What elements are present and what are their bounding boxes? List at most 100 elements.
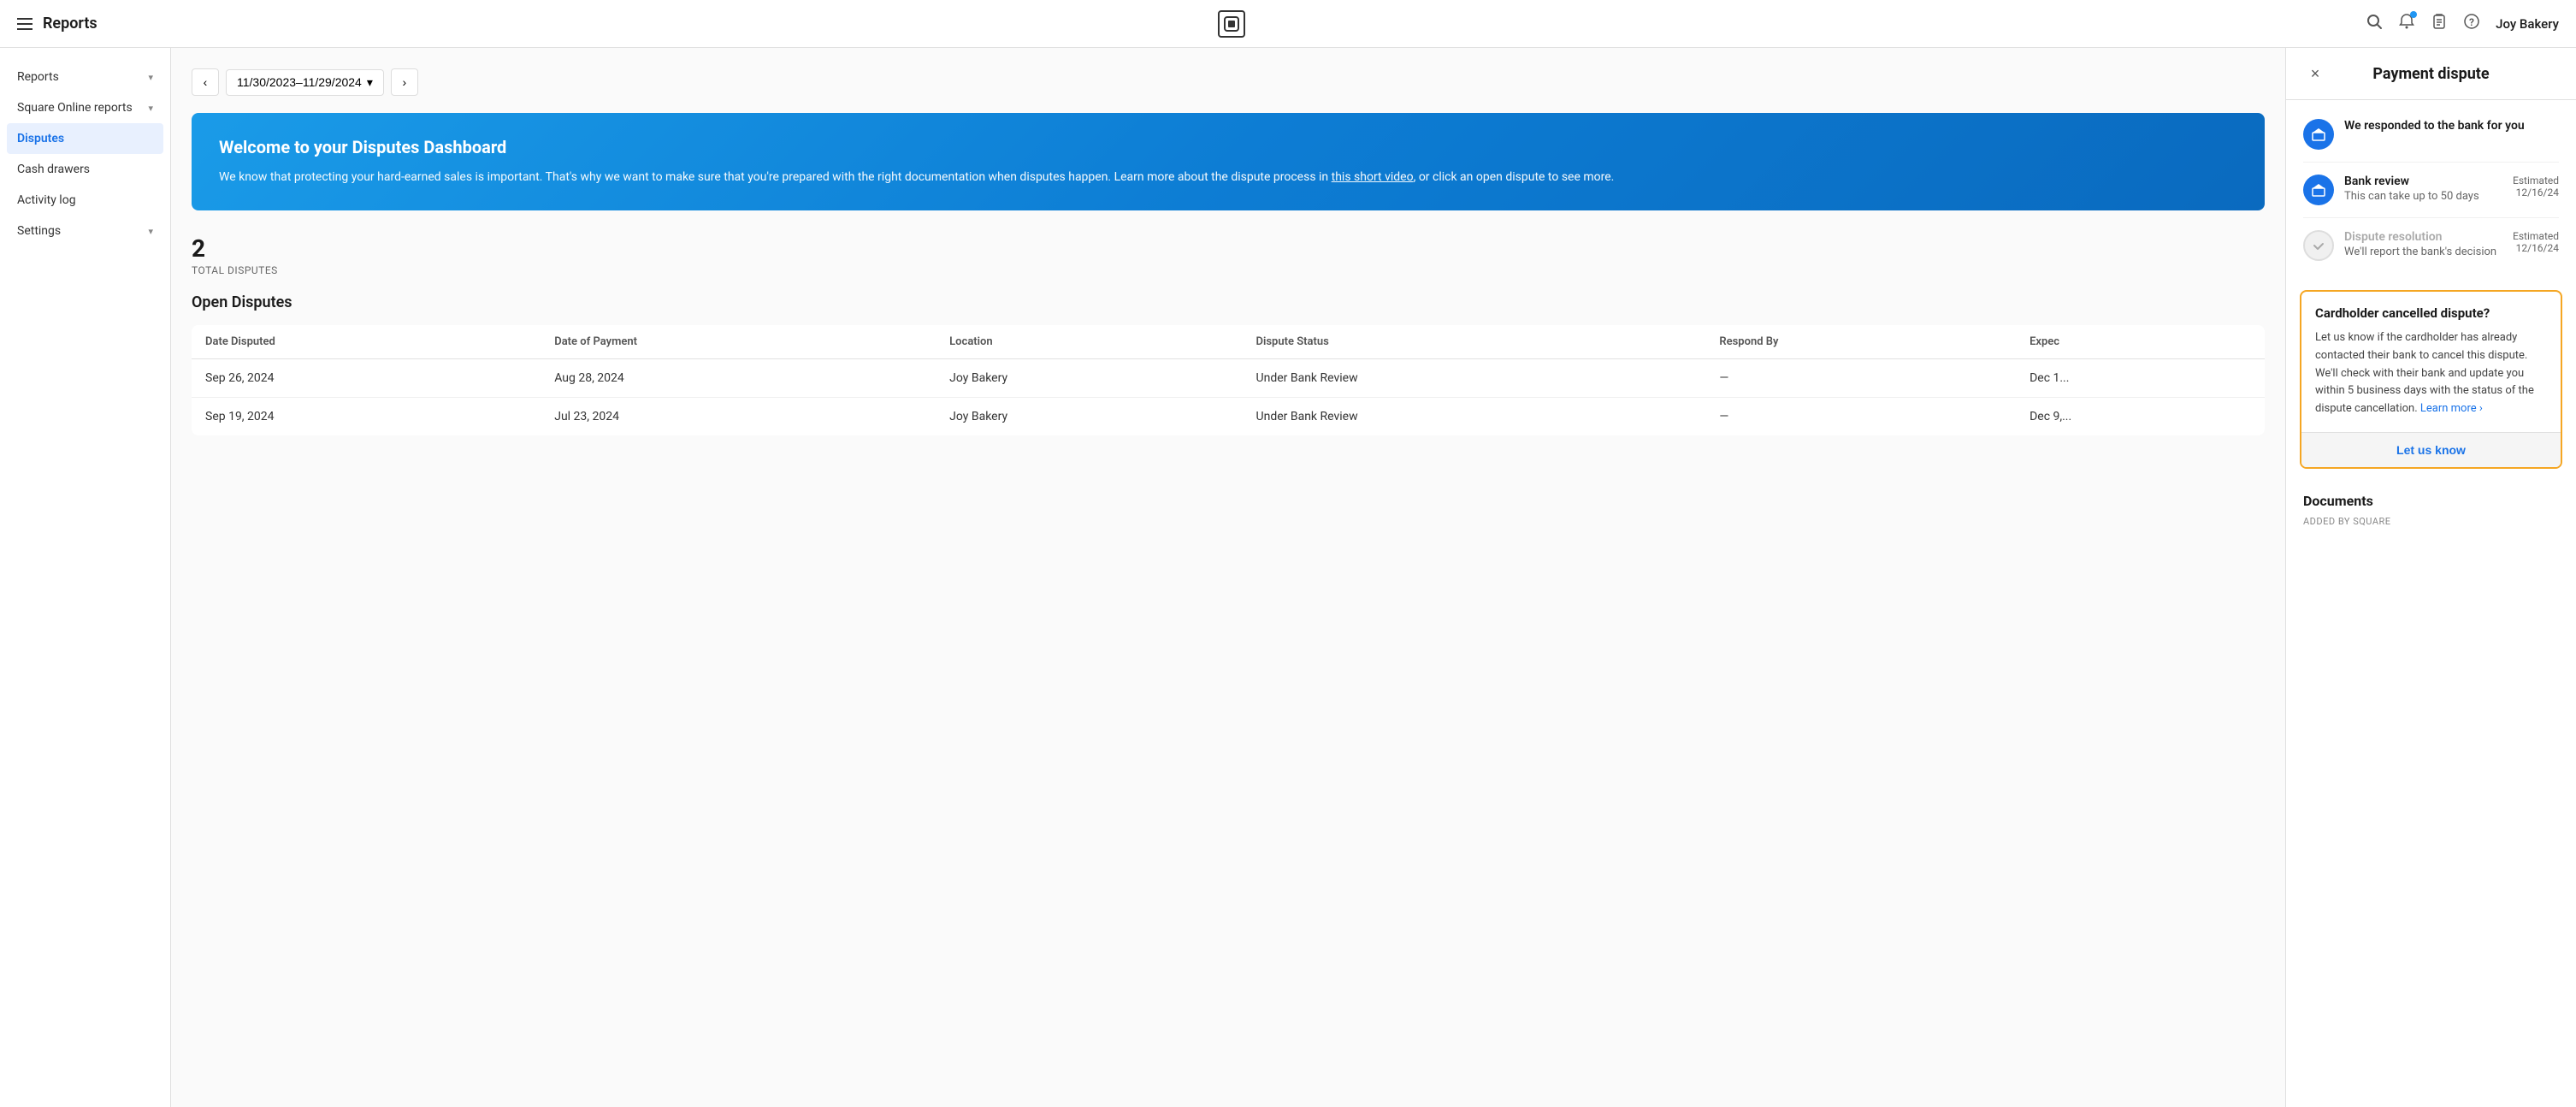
close-icon: × — [2311, 65, 2320, 83]
disputes-table: Date Disputed Date of Payment Location D… — [192, 325, 2265, 435]
timeline-icon-bank — [2303, 119, 2334, 150]
top-header: Reports ? Joy Bakery — [0, 0, 2576, 48]
date-nav: ‹ 11/30/2023–11/29/2024 ▾ › — [192, 68, 2265, 96]
cancelled-box-title: Cardholder cancelled dispute? — [2315, 305, 2547, 321]
right-panel: × Payment dispute We responded to the ba… — [2285, 48, 2576, 1107]
row1-location: Joy Bakery — [936, 359, 1242, 398]
timeline-icon-review — [2303, 175, 2334, 205]
notification-icon[interactable] — [2398, 13, 2415, 34]
square-logo-icon — [1218, 10, 1245, 38]
timeline-date-review: Estimated 12/16/24 — [2513, 175, 2559, 198]
row2-date-payment: Jul 23, 2024 — [541, 398, 936, 436]
timeline-title-resolution: Dispute resolution — [2344, 230, 2502, 244]
date-range-button[interactable]: 11/30/2023–11/29/2024 ▾ — [226, 69, 384, 96]
col-date-payment: Date of Payment — [541, 325, 936, 359]
col-expected: Expec — [2016, 325, 2265, 359]
sidebar-chevron-square-online: ▾ — [148, 103, 153, 114]
col-date-disputed: Date Disputed — [192, 325, 541, 359]
date-range-chevron: ▾ — [367, 75, 373, 90]
panel-header: × Payment dispute — [2286, 48, 2576, 100]
col-respond-by: Respond By — [1705, 325, 2016, 359]
welcome-banner-body: We know that protecting your hard-earned… — [219, 168, 2237, 186]
cancelled-learn-more-link[interactable]: Learn more › — [2420, 402, 2483, 415]
panel-close-button[interactable]: × — [2303, 62, 2327, 86]
documents-section: Documents ADDED BY SQUARE — [2286, 479, 2576, 541]
timeline-subtitle-review: This can take up to 50 days — [2344, 190, 2502, 203]
col-dispute-status: Dispute Status — [1243, 325, 1706, 359]
header-title: Reports — [43, 15, 97, 33]
row2-location: Joy Bakery — [936, 398, 1242, 436]
sidebar-item-activity-log[interactable]: Activity log — [0, 185, 170, 216]
row1-date-disputed: Sep 26, 2024 — [192, 359, 541, 398]
sidebar-chevron-settings: ▾ — [148, 226, 153, 237]
help-icon[interactable]: ? — [2463, 13, 2480, 34]
welcome-banner-link[interactable]: this short video — [1332, 170, 1414, 184]
row2-status: Under Bank Review — [1243, 398, 1706, 436]
header-logo — [1218, 10, 1245, 38]
sidebar-label-reports: Reports — [17, 70, 59, 84]
header-right: ? Joy Bakery — [2366, 13, 2559, 34]
search-icon[interactable] — [2366, 13, 2383, 34]
documents-title: Documents — [2303, 493, 2559, 509]
timeline-date-resolution: Estimated 12/16/24 — [2513, 230, 2559, 254]
sidebar-item-disputes[interactable]: Disputes — [7, 123, 163, 154]
sidebar-label-cash-drawers: Cash drawers — [17, 163, 90, 176]
welcome-banner: Welcome to your Disputes Dashboard We kn… — [192, 113, 2265, 210]
sidebar-label-square-online: Square Online reports — [17, 101, 133, 115]
menu-icon[interactable] — [17, 18, 32, 30]
timeline-title-review: Bank review — [2344, 175, 2502, 188]
total-disputes: 2 TOTAL DISPUTES — [192, 234, 2265, 276]
row1-date-payment: Aug 28, 2024 — [541, 359, 936, 398]
date-next-button[interactable]: › — [391, 68, 418, 96]
business-name: Joy Bakery — [2496, 16, 2559, 32]
timeline-content-responded: We responded to the bank for you — [2344, 119, 2559, 133]
clipboard-icon[interactable] — [2431, 13, 2448, 34]
timeline-item-bank-review: Bank review This can take up to 50 days … — [2303, 166, 2559, 214]
welcome-banner-text-2: , or click an open dispute to see more. — [1414, 170, 1615, 184]
total-count: 2 — [192, 234, 2265, 263]
sidebar-item-settings[interactable]: Settings ▾ — [0, 216, 170, 246]
timeline-item-resolution: Dispute resolution We'll report the bank… — [2303, 222, 2559, 269]
sidebar-label-activity-log: Activity log — [17, 193, 76, 207]
row2-date-disputed: Sep 19, 2024 — [192, 398, 541, 436]
sidebar-item-cash-drawers[interactable]: Cash drawers — [0, 154, 170, 185]
header-left: Reports — [17, 15, 97, 33]
app-layout: Reports ▾ Square Online reports ▾ Disput… — [0, 48, 2576, 1107]
sidebar: Reports ▾ Square Online reports ▾ Disput… — [0, 48, 171, 1107]
col-location: Location — [936, 325, 1242, 359]
timeline-subtitle-resolution: We'll report the bank's decision — [2344, 246, 2502, 258]
timeline-item-responded: We responded to the bank for you — [2303, 110, 2559, 158]
timeline-content-review: Bank review This can take up to 50 days — [2344, 175, 2502, 203]
open-disputes-title: Open Disputes — [192, 293, 2265, 311]
panel-title: Payment dispute — [2372, 65, 2489, 83]
main-content: ‹ 11/30/2023–11/29/2024 ▾ › Welcome to y… — [171, 48, 2285, 1107]
sidebar-item-reports[interactable]: Reports ▾ — [0, 62, 170, 92]
welcome-banner-title: Welcome to your Disputes Dashboard — [219, 137, 2237, 157]
added-by-label: ADDED BY SQUARE — [2303, 516, 2559, 527]
row1-status: Under Bank Review — [1243, 359, 1706, 398]
svg-text:?: ? — [2469, 16, 2474, 28]
sidebar-label-disputes: Disputes — [17, 132, 64, 145]
total-label: TOTAL DISPUTES — [192, 264, 2265, 276]
timeline-icon-resolution — [2303, 230, 2334, 261]
timeline: We responded to the bank for you Bank re… — [2286, 100, 2576, 280]
table-row[interactable]: Sep 26, 2024 Aug 28, 2024 Joy Bakery Und… — [192, 359, 2265, 398]
row2-respond-by: — — [1705, 398, 2016, 436]
timeline-content-resolution: Dispute resolution We'll report the bank… — [2344, 230, 2502, 258]
row1-expected: Dec 1... — [2016, 359, 2265, 398]
let-us-know-button[interactable]: Let us know — [2301, 432, 2561, 467]
cardholder-cancelled-box: Cardholder cancelled dispute? Let us kno… — [2300, 290, 2562, 469]
date-prev-button[interactable]: ‹ — [192, 68, 219, 96]
welcome-banner-text-1: We know that protecting your hard-earned… — [219, 170, 1332, 184]
notification-dot — [2410, 11, 2417, 18]
sidebar-chevron-reports: ▾ — [148, 72, 153, 83]
table-header-row: Date Disputed Date of Payment Location D… — [192, 325, 2265, 359]
row1-respond-by: — — [1705, 359, 2016, 398]
cancelled-box-content: Cardholder cancelled dispute? Let us kno… — [2301, 292, 2561, 432]
timeline-title-responded: We responded to the bank for you — [2344, 119, 2559, 133]
row2-expected: Dec 9,... — [2016, 398, 2265, 436]
sidebar-item-square-online[interactable]: Square Online reports ▾ — [0, 92, 170, 123]
table-row[interactable]: Sep 19, 2024 Jul 23, 2024 Joy Bakery Und… — [192, 398, 2265, 436]
sidebar-label-settings: Settings — [17, 224, 61, 238]
cancelled-box-text: Let us know if the cardholder has alread… — [2315, 329, 2547, 418]
